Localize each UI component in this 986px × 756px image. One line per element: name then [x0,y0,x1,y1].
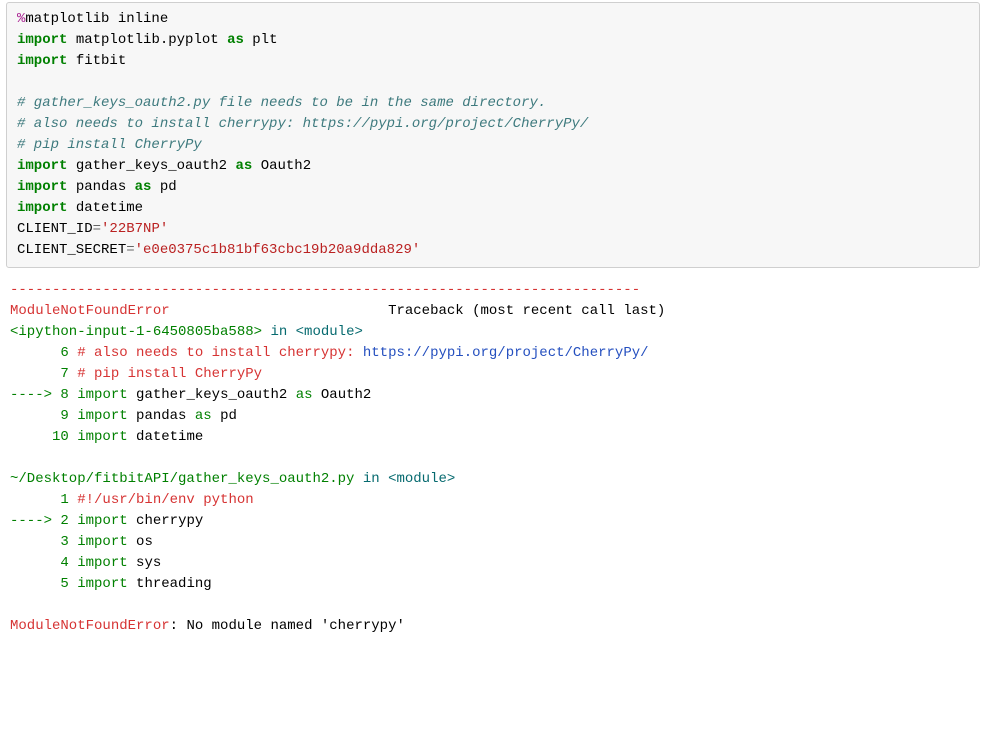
keyword-import: import [17,200,67,216]
alias: plt [252,32,277,48]
module-name: pandas [76,179,126,195]
line-number: 6 [10,345,77,361]
keyword-import: import [17,53,67,69]
keyword-as: as [195,408,212,424]
module-name: cherrypy [128,513,204,529]
spacing [170,303,388,319]
keyword-import: import [77,429,127,445]
arrow-indicator: ----> [10,387,60,403]
comment: # pip install CherryPy [17,137,202,153]
alias: Oauth2 [261,158,311,174]
line-number: 1 [10,492,77,508]
frame-location: <ipython-input-1-6450805ba588> [10,324,262,340]
magic-command: matplotlib inline [25,11,168,27]
string-literal: '22B7NP' [101,221,168,237]
keyword-import: import [77,408,127,424]
keyword-import: import [77,576,127,592]
line-number: 5 [10,576,77,592]
module-name: datetime [76,200,143,216]
keyword-as: as [227,32,244,48]
comment: # gather_keys_oauth2.py file needs to be… [17,95,546,111]
in-keyword: in [354,471,388,487]
alias: pd [212,408,237,424]
line-number: 10 [10,429,77,445]
alias: pd [160,179,177,195]
module-tag: <module> [388,471,455,487]
module-tag: <module> [296,324,363,340]
line-number: 8 [60,387,77,403]
keyword-as: as [235,158,252,174]
operator-equals: = [93,221,101,237]
operator-equals: = [126,242,134,258]
traceback-separator: ----------------------------------------… [10,282,640,298]
module-name: threading [128,576,212,592]
url-text: https://pypi.org/project/CherryPy/ [363,345,649,361]
variable: CLIENT_ID [17,221,93,237]
module-name: gather_keys_oauth2 [76,158,227,174]
module-name: matplotlib.pyplot [76,32,219,48]
module-name: sys [128,555,162,571]
comment: # also needs to install cherrypy: https:… [17,116,588,132]
exception-name: ModuleNotFoundError [10,303,170,319]
line-number: 3 [10,534,77,550]
keyword-import: import [17,32,67,48]
keyword-import: import [77,387,127,403]
exception-message: : No module named 'cherrypy' [170,618,405,634]
keyword-import: import [17,179,67,195]
arrow-indicator: ----> [10,513,60,529]
line-number: 2 [60,513,77,529]
line-number: 4 [10,555,77,571]
comment-text: # pip install CherryPy [77,366,262,382]
error-output: ----------------------------------------… [0,280,986,647]
exception-name: ModuleNotFoundError [10,618,170,634]
traceback-label: Traceback (most recent call last) [388,303,665,319]
keyword-import: import [17,158,67,174]
code-input-cell[interactable]: %matplotlib inlineimport matplotlib.pypl… [6,2,980,268]
string-literal: 'e0e0375c1b81bf63cbc19b20a9dda829' [135,242,421,258]
module-name: fitbit [76,53,126,69]
comment-text: # also needs to install cherrypy: [77,345,363,361]
keyword-as: as [296,387,313,403]
keyword-import: import [77,513,127,529]
keyword-import: import [77,555,127,571]
module-name: datetime [128,429,204,445]
keyword-as: as [135,179,152,195]
module-name: gather_keys_oauth2 [128,387,296,403]
module-name: pandas [128,408,195,424]
jupyter-cell-container: %matplotlib inlineimport matplotlib.pypl… [0,2,986,647]
shebang: #!/usr/bin/env python [77,492,253,508]
keyword-import: import [77,534,127,550]
frame-location: ~/Desktop/fitbitAPI/gather_keys_oauth2.p… [10,471,354,487]
alias: Oauth2 [313,387,372,403]
in-keyword: in [262,324,296,340]
variable: CLIENT_SECRET [17,242,126,258]
module-name: os [128,534,153,550]
line-number: 7 [10,366,77,382]
line-number: 9 [10,408,77,424]
